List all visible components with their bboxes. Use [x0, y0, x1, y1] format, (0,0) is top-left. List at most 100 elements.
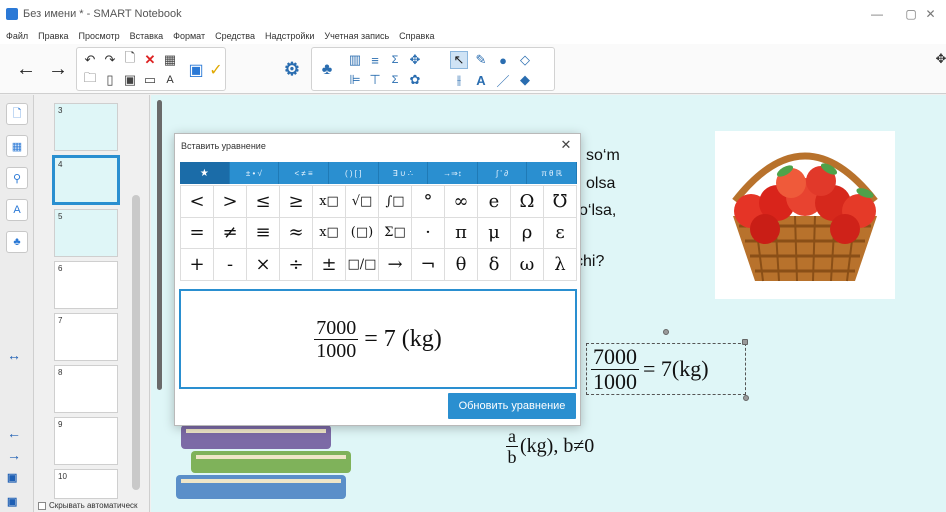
page-thumbnail[interactable]: 3: [54, 103, 118, 151]
highlighter-icon[interactable]: ◆: [516, 71, 534, 89]
eraser-icon[interactable]: ◇: [516, 51, 534, 69]
menu-format[interactable]: Формат: [173, 31, 205, 41]
tab-favorites[interactable]: ★: [180, 162, 230, 184]
apple-basket-image[interactable]: [715, 131, 895, 299]
menu-account[interactable]: Учетная запись: [324, 31, 389, 41]
close-window-button[interactable]: ✕: [915, 0, 946, 28]
menu-edit[interactable]: Правка: [38, 31, 68, 41]
text-icon[interactable]: A: [472, 71, 490, 89]
symbol-button[interactable]: ¬: [412, 249, 445, 281]
symbol-button[interactable]: ρ: [511, 217, 544, 250]
menu-help[interactable]: Справка: [399, 31, 434, 41]
addons-tab-icon[interactable]: ♣: [6, 231, 28, 253]
symbol-button[interactable]: π: [445, 217, 478, 250]
undo-icon[interactable]: ↶: [81, 51, 99, 69]
symbol-button[interactable]: ÷: [280, 249, 313, 281]
formula-text[interactable]: a b (kg), b≠0: [506, 427, 594, 466]
forward-arrow-icon[interactable]: →: [46, 57, 70, 81]
pen-icon[interactable]: ✎: [472, 51, 490, 69]
symbol-button[interactable]: -: [214, 249, 247, 281]
redo-icon[interactable]: ↷: [101, 51, 119, 69]
rotate-handle[interactable]: [663, 329, 669, 335]
document-camera-icon[interactable]: ✓: [207, 61, 225, 79]
page-thumbnail[interactable]: 6: [54, 261, 118, 309]
symbol-button[interactable]: Ω: [511, 186, 544, 218]
select-pointer-icon[interactable]: ↖: [450, 51, 468, 69]
tab-brackets[interactable]: ( ) [ ]: [329, 162, 379, 184]
symbol-button[interactable]: δ: [478, 249, 511, 281]
symbol-button[interactable]: <: [181, 186, 214, 218]
symbol-button[interactable]: θ: [445, 249, 478, 281]
resize-sidebar-icon[interactable]: ↔: [7, 347, 21, 363]
symbol-button[interactable]: ω: [511, 249, 544, 281]
settings-icon[interactable]: ✥: [932, 50, 946, 68]
puzzle-icon[interactable]: ✥: [406, 51, 424, 69]
symbol-button[interactable]: →: [379, 249, 412, 281]
equation-editor[interactable]: 7000 1000 = 7 (kg): [179, 289, 577, 389]
summation-button[interactable]: Σ□: [379, 217, 412, 250]
subscript-button[interactable]: x□: [313, 217, 346, 250]
symbol-button[interactable]: ≈: [280, 217, 313, 250]
tab-calculus[interactable]: ∫ ' ∂: [478, 162, 528, 184]
widgets-icon[interactable]: ♣: [318, 61, 336, 79]
symbol-button[interactable]: λ: [544, 249, 577, 281]
page-thumbnail[interactable]: 7: [54, 313, 118, 361]
menu-file[interactable]: Файл: [6, 31, 28, 41]
page-thumbnail-selected[interactable]: 4: [52, 155, 120, 205]
parentheses-button[interactable]: (□): [346, 217, 379, 250]
symbol-button[interactable]: ·: [412, 217, 445, 250]
chart-icon[interactable]: ▥: [346, 51, 364, 69]
align-right-icon[interactable]: ≡: [366, 51, 384, 69]
equation-object[interactable]: 7000 1000 = 7(kg): [586, 343, 746, 395]
symbol-button[interactable]: μ: [478, 217, 511, 250]
integral-button[interactable]: ∫□: [379, 186, 412, 218]
symbol-button[interactable]: ≠: [214, 217, 247, 250]
align-top-icon[interactable]: ⊤: [366, 71, 384, 89]
menu-tools[interactable]: Средства: [215, 31, 255, 41]
tab-arrows[interactable]: →⇒↕: [428, 162, 478, 184]
menu-insert[interactable]: Вставка: [130, 31, 163, 41]
properties-tab-icon[interactable]: A: [6, 199, 28, 221]
symbol-button[interactable]: ∞: [445, 186, 478, 218]
symbol-button[interactable]: ±: [313, 249, 346, 281]
menu-addons[interactable]: Надстройки: [265, 31, 314, 41]
symbol-button[interactable]: ℧: [544, 186, 577, 218]
page-icon[interactable]: ▣: [7, 471, 17, 484]
tab-logic[interactable]: ∃ ∪ ∴: [379, 162, 429, 184]
symbol-button[interactable]: ≡: [247, 217, 280, 250]
page-thumbnail[interactable]: 10: [54, 469, 118, 499]
page-thumbnail[interactable]: 8: [54, 365, 118, 413]
symbol-button[interactable]: ≥: [280, 186, 313, 218]
sorter-scrollbar[interactable]: [132, 195, 140, 490]
sqrt-button[interactable]: √□: [346, 186, 379, 218]
symbol-button[interactable]: ≤: [247, 186, 280, 218]
equation-icon[interactable]: Σ: [386, 71, 404, 89]
sum-icon[interactable]: Σ: [386, 51, 404, 69]
minimize-button[interactable]: —: [860, 0, 894, 28]
fill-icon[interactable]: ●: [494, 51, 512, 69]
back-arrow-icon[interactable]: ←: [14, 57, 38, 81]
align-left-icon[interactable]: ⊫: [346, 71, 364, 89]
symbol-button[interactable]: e: [478, 186, 511, 218]
menu-handle[interactable]: [742, 339, 748, 345]
symbol-button[interactable]: °: [412, 186, 445, 218]
symbol-button[interactable]: +: [181, 249, 214, 281]
resize-handle[interactable]: [743, 395, 749, 401]
line-icon[interactable]: ／: [494, 71, 512, 89]
symbol-button[interactable]: =: [181, 217, 214, 250]
sidebar-right-icon[interactable]: →: [7, 447, 21, 463]
menu-view[interactable]: Просмотр: [79, 31, 120, 41]
symbol-button[interactable]: >: [214, 186, 247, 218]
shape-recognize-icon[interactable]: ✿: [406, 71, 424, 89]
attachments-tab-icon[interactable]: ⚲: [6, 167, 28, 189]
tab-relations[interactable]: < ≠ ≡: [279, 162, 329, 184]
display-icon[interactable]: ▣: [187, 61, 205, 79]
fraction-button[interactable]: □/□: [346, 249, 379, 281]
checkbox-box[interactable]: [38, 501, 46, 510]
paste-icon[interactable]: ▯: [101, 71, 119, 89]
tools-icon[interactable]: ⚙: [280, 57, 304, 81]
magic-pen-icon[interactable]: ⫲: [450, 71, 468, 89]
books-image[interactable]: [171, 415, 371, 512]
update-equation-button[interactable]: Обновить уравнение: [448, 393, 576, 419]
superscript-button[interactable]: x□: [313, 186, 346, 218]
